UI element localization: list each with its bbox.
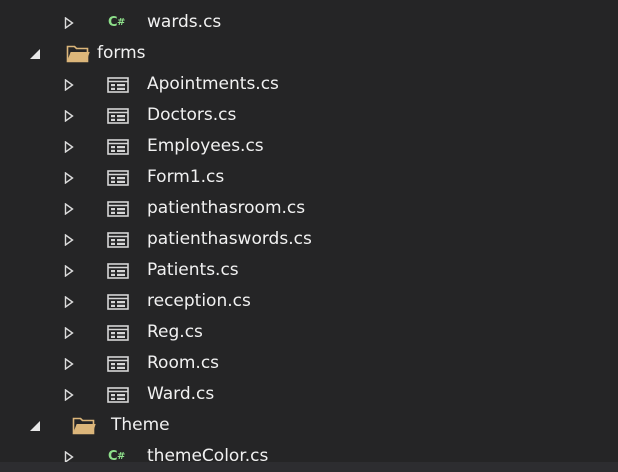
tree-item-label: Theme bbox=[111, 415, 170, 435]
tree-item-label: Doctors.cs bbox=[147, 105, 237, 125]
tree-item-form[interactable]: Apointments.cs bbox=[0, 70, 618, 100]
tree-item-form[interactable]: patienthasroom.cs bbox=[0, 194, 618, 224]
tree-item-label: Room.cs bbox=[147, 353, 220, 373]
tree-item-form[interactable]: Ward.cs bbox=[0, 380, 618, 410]
form-icon bbox=[107, 294, 129, 310]
tree-item-form[interactable]: Doctors.cs bbox=[0, 101, 618, 131]
tree-item-label: Reg.cs bbox=[147, 322, 203, 342]
expand-arrow-icon[interactable] bbox=[62, 295, 76, 309]
form-icon bbox=[107, 139, 129, 155]
csharp-file-icon: C # bbox=[108, 15, 125, 30]
tree-item-form[interactable]: Reg.cs bbox=[0, 318, 618, 348]
expand-arrow-icon[interactable] bbox=[62, 78, 76, 92]
tree-folder-theme[interactable]: Theme bbox=[0, 411, 618, 441]
tree-item-label: patienthaswords.cs bbox=[147, 229, 312, 249]
expand-arrow-icon[interactable] bbox=[62, 16, 76, 30]
tree-item-form[interactable]: patienthaswords.cs bbox=[0, 225, 618, 255]
expand-arrow-icon[interactable] bbox=[62, 109, 76, 123]
expand-arrow-icon[interactable] bbox=[62, 140, 76, 154]
expand-arrow-icon[interactable] bbox=[62, 357, 76, 371]
expand-arrow-icon[interactable] bbox=[62, 202, 76, 216]
tree-item-form[interactable]: Room.cs bbox=[0, 349, 618, 379]
tree-item-wards-cs[interactable]: C # wards.cs bbox=[0, 8, 618, 38]
tree-item-label: Employees.cs bbox=[147, 136, 264, 156]
tree-item-form[interactable]: reception.cs bbox=[0, 287, 618, 317]
collapse-arrow-icon[interactable] bbox=[28, 47, 42, 61]
form-icon bbox=[107, 232, 129, 248]
form-icon bbox=[107, 108, 129, 124]
solution-explorer-tree: C # wards.cs forms Apointments.cs Doctor… bbox=[0, 0, 618, 472]
expand-arrow-icon[interactable] bbox=[62, 171, 76, 185]
expand-arrow-icon[interactable] bbox=[62, 264, 76, 278]
tree-item-label: Patients.cs bbox=[147, 260, 239, 280]
form-icon bbox=[107, 356, 129, 372]
tree-item-label: reception.cs bbox=[147, 291, 251, 311]
tree-item-form[interactable]: Form1.cs bbox=[0, 163, 618, 193]
form-icon bbox=[107, 387, 129, 403]
tree-item-form[interactable]: Employees.cs bbox=[0, 132, 618, 162]
tree-folder-forms[interactable]: forms bbox=[0, 39, 618, 69]
tree-item-label: Ward.cs bbox=[147, 384, 215, 404]
bottom-divider bbox=[0, 462, 618, 472]
folder-open-icon bbox=[66, 44, 90, 64]
form-icon bbox=[107, 325, 129, 341]
form-icon bbox=[107, 77, 129, 93]
tree-item-label: Form1.cs bbox=[147, 167, 225, 187]
expand-arrow-icon[interactable] bbox=[62, 233, 76, 247]
tree-item-form[interactable]: Patients.cs bbox=[0, 256, 618, 286]
tree-item-label: patienthasroom.cs bbox=[147, 198, 306, 218]
collapse-arrow-icon[interactable] bbox=[28, 419, 42, 433]
form-icon bbox=[107, 170, 129, 186]
form-icon bbox=[107, 201, 129, 217]
folder-open-icon bbox=[72, 416, 96, 436]
tree-item-label: Apointments.cs bbox=[147, 74, 279, 94]
form-icon bbox=[107, 263, 129, 279]
expand-arrow-icon[interactable] bbox=[62, 326, 76, 340]
tree-item-label: wards.cs bbox=[147, 12, 222, 32]
tree-item-label: forms bbox=[97, 43, 146, 63]
expand-arrow-icon[interactable] bbox=[62, 388, 76, 402]
